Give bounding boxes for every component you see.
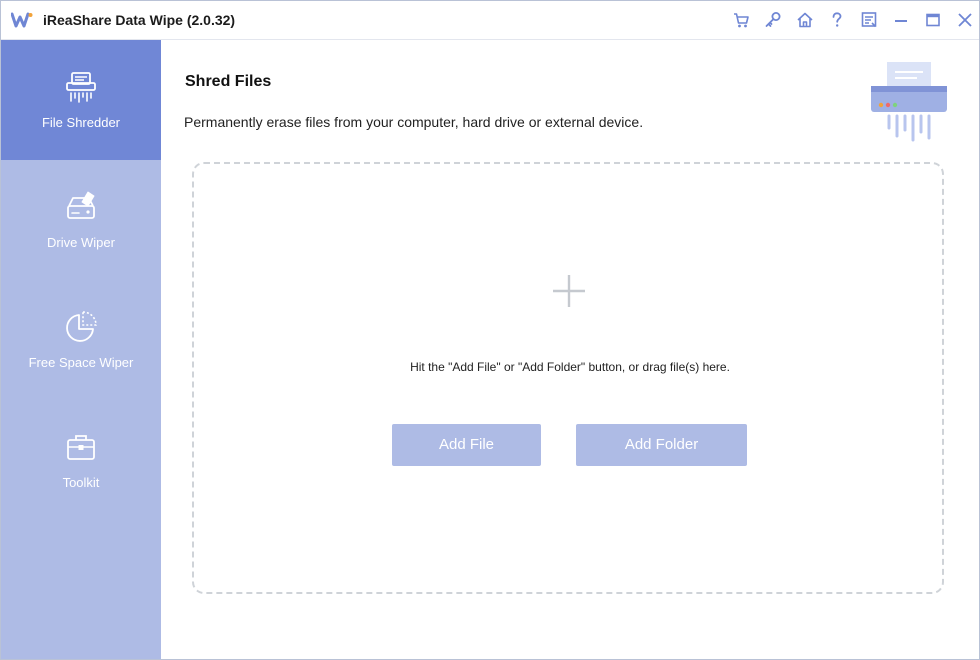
shredder-icon [64, 70, 98, 104]
add-file-button[interactable]: Add File [392, 424, 541, 466]
close-icon[interactable] [956, 11, 974, 29]
page-description: Permanently erase files from your comput… [184, 114, 644, 130]
drop-hint: Hit the "Add File" or "Add Folder" butto… [410, 360, 730, 374]
sidebar-item-label: File Shredder [41, 115, 121, 130]
help-icon[interactable] [828, 11, 846, 29]
app-title: iReaShare Data Wipe (2.0.32) [43, 12, 236, 28]
toolbox-icon [64, 430, 98, 464]
app-window: iReaShare Data Wipe (2.0.32) File Shredd… [0, 0, 980, 660]
sidebar-item-label: Drive Wiper [47, 235, 115, 250]
shredder-illustration-icon [867, 60, 951, 144]
page-title: Shred Files [185, 73, 272, 90]
key-icon[interactable] [764, 11, 782, 29]
main-panel: Shred Files Permanently erase files from… [161, 40, 979, 659]
minimize-icon[interactable] [892, 11, 910, 29]
sidebar: File Shredder Drive Wiper Free Space Wip… [1, 40, 161, 659]
title-bar: iReaShare Data Wipe (2.0.32) [1, 1, 979, 40]
add-folder-button[interactable]: Add Folder [576, 424, 747, 466]
sidebar-item-drive-wiper[interactable]: Drive Wiper [1, 160, 161, 280]
pie-chart-icon [64, 310, 98, 344]
home-icon[interactable] [796, 11, 814, 29]
file-drop-zone[interactable]: Hit the "Add File" or "Add Folder" butto… [192, 162, 944, 594]
sidebar-item-free-space-wiper[interactable]: Free Space Wiper [1, 280, 161, 400]
sidebar-item-label: Toolkit [62, 475, 100, 490]
sidebar-item-toolkit[interactable]: Toolkit [1, 400, 161, 520]
sidebar-item-file-shredder[interactable]: File Shredder [1, 40, 161, 160]
app-logo-icon [10, 12, 33, 28]
maximize-icon[interactable] [924, 11, 942, 29]
drive-eraser-icon [64, 190, 98, 224]
sidebar-item-label: Free Space Wiper [28, 355, 134, 370]
feedback-icon[interactable] [860, 11, 878, 29]
cart-icon[interactable] [732, 11, 750, 29]
plus-icon[interactable] [552, 274, 586, 308]
